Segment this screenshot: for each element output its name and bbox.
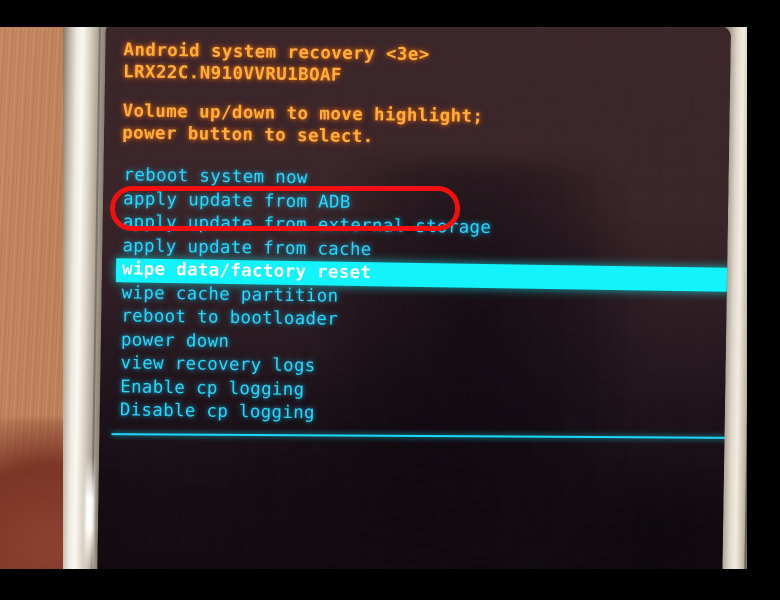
letterbox-bottom xyxy=(0,569,780,600)
bezel-specular-highlight xyxy=(84,456,95,569)
letterbox-top xyxy=(0,0,780,27)
screenshot-root: Android system recovery <3e> LRX22C.N910… xyxy=(0,0,780,600)
recovery-menu: reboot system now apply update from ADB ap… xyxy=(115,164,731,432)
phone-screen: Android system recovery <3e> LRX22C.N910… xyxy=(97,27,731,569)
photo-region: Android system recovery <3e> LRX22C.N910… xyxy=(0,27,780,569)
screen-reflection-shadow-3 xyxy=(526,453,731,569)
recovery-console: Android system recovery <3e> LRX22C.N910… xyxy=(111,39,731,441)
phone-device: Android system recovery <3e> LRX22C.N910… xyxy=(63,27,780,569)
letterbox-right xyxy=(747,0,780,600)
